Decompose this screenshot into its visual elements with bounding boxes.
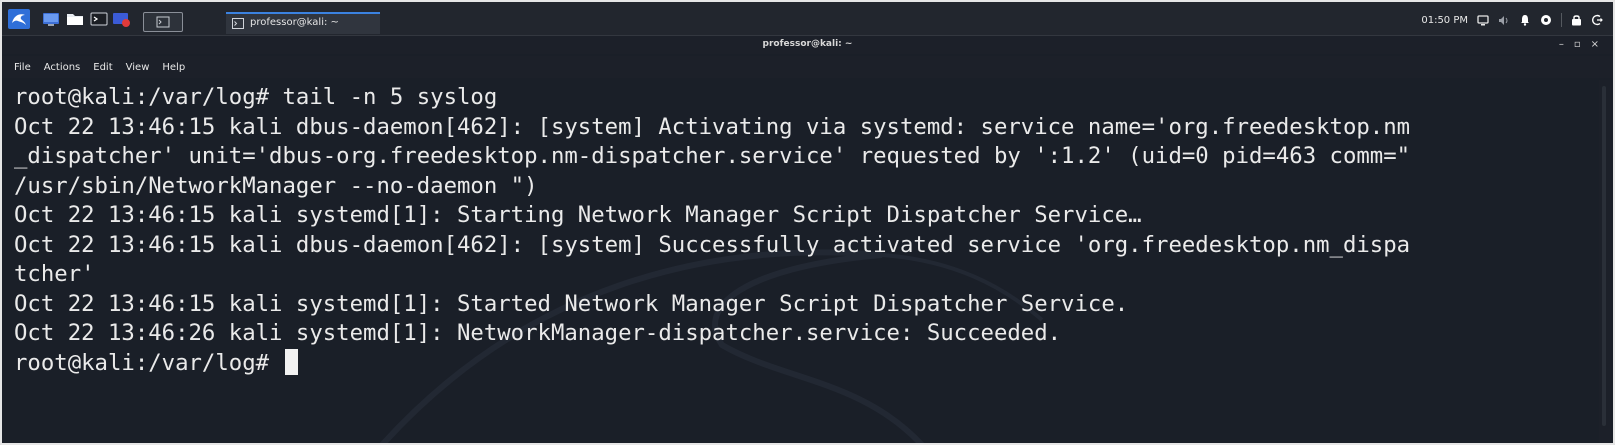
kali-menu-button[interactable] <box>8 9 30 29</box>
system-tray: 01:50 PM <box>1421 12 1603 28</box>
maximize-button[interactable]: ▫ <box>1574 39 1581 50</box>
terminal-icon <box>232 18 244 29</box>
terminal-prompt: root@kali:/var/log# <box>14 349 283 376</box>
terminal-scrollbar[interactable] <box>1599 80 1611 443</box>
terminal-line: Oct 22 13:46:26 kali systemd[1]: Network… <box>14 320 1062 346</box>
lock-icon[interactable] <box>1571 14 1582 26</box>
power-status-icon[interactable] <box>1540 14 1552 26</box>
terminal-line: Oct 22 13:46:15 kali dbus-daemon[462]: [… <box>14 231 1411 258</box>
show-desktop-button[interactable] <box>40 9 62 29</box>
terminal-output[interactable]: root@kali:/var/log# tail -n 5 syslog Oct … <box>2 80 1599 443</box>
logout-icon[interactable] <box>1591 14 1603 26</box>
window-title: professor@kali: ~ <box>762 39 853 49</box>
terminal-line: Oct 22 13:46:15 kali systemd[1]: Startin… <box>14 202 1142 228</box>
window-titlebar[interactable]: professor@kali: ~ – ▫ × <box>2 36 1613 54</box>
menu-help[interactable]: Help <box>162 62 185 73</box>
scrollbar-thumb[interactable] <box>1602 86 1606 426</box>
taskbar-terminal-task[interactable]: professor@kali: ~ <box>226 12 380 34</box>
workspace-switcher[interactable] <box>143 12 183 32</box>
terminal-line: _dispatcher' unit='dbus-org.freedesktop.… <box>14 143 1411 169</box>
terminal-line: tcher' <box>14 261 95 287</box>
terminal-line: /usr/sbin/NetworkManager --no-daemon ") <box>14 172 538 199</box>
notification-bell-icon[interactable] <box>1519 14 1531 26</box>
terminal-line: Oct 22 13:46:15 kali dbus-daemon[462]: [… <box>14 113 1411 140</box>
display-icon[interactable] <box>1477 14 1489 26</box>
browser-launcher-button[interactable] <box>110 9 132 29</box>
screen: professor@kali: ~ 01:50 PM professor@kal… <box>0 0 1615 445</box>
terminal-line: Oct 22 13:46:15 kali systemd[1]: Started… <box>14 290 1129 317</box>
clock[interactable]: 01:50 PM <box>1421 15 1468 26</box>
menu-edit[interactable]: Edit <box>93 62 112 73</box>
file-manager-button[interactable] <box>64 9 86 29</box>
menu-actions[interactable]: Actions <box>44 62 81 73</box>
terminal-text: root@kali:/var/log# tail -n 5 syslog Oct … <box>14 83 1410 378</box>
desktop-icon <box>43 13 59 26</box>
browser-icon <box>113 13 130 27</box>
folder-icon <box>67 14 83 25</box>
text-cursor <box>285 348 299 375</box>
volume-icon[interactable] <box>1498 15 1510 26</box>
tray-separator <box>1561 13 1562 27</box>
terminal-launcher-button[interactable] <box>88 9 110 29</box>
terminal-line: root@kali:/var/log# tail -n 5 syslog <box>14 84 498 110</box>
menu-file[interactable]: File <box>14 62 31 73</box>
terminal-prompt-line[interactable]: root@kali:/var/log# <box>14 348 1410 379</box>
close-button[interactable]: × <box>1591 39 1599 50</box>
terminal-icon <box>90 12 108 26</box>
window-controls: – ▫ × <box>1559 39 1599 50</box>
menubar: File Actions Edit View Help <box>2 56 1613 78</box>
menu-view[interactable]: View <box>126 62 150 73</box>
taskbar-task-label: professor@kali: ~ <box>250 17 339 28</box>
workspace-icon <box>156 16 170 28</box>
minimize-button[interactable]: – <box>1559 39 1564 50</box>
top-panel: professor@kali: ~ 01:50 PM <box>2 2 1613 36</box>
kali-dragon-icon <box>12 14 26 25</box>
